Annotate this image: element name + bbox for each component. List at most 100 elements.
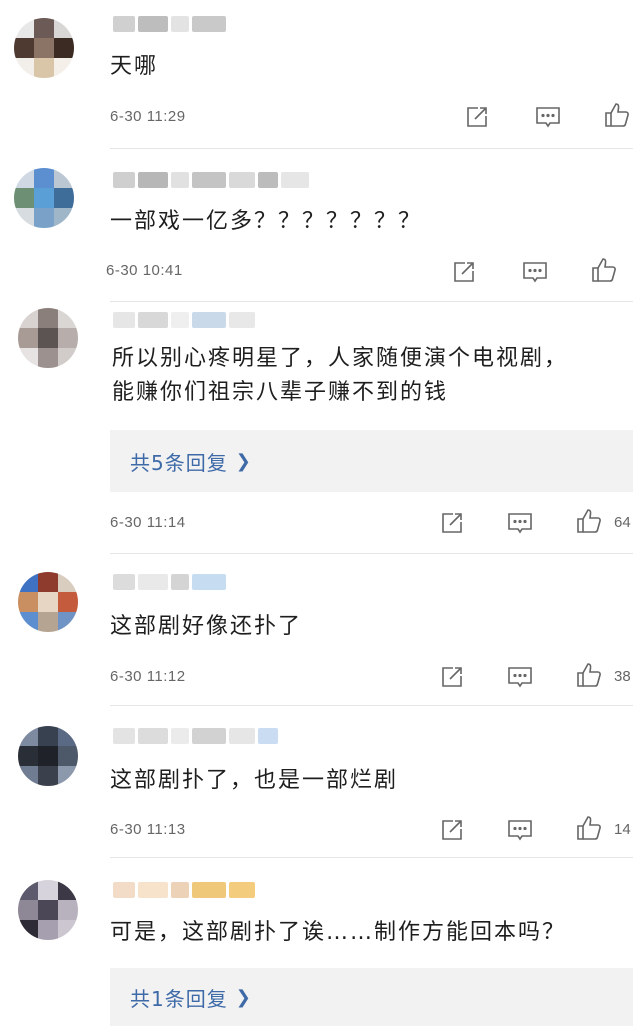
avatar-pixel <box>38 612 58 632</box>
comment-line: 一部戏一亿多？？？？？？？ <box>110 209 423 234</box>
comment-line: 这部剧扑了，也是一部烂剧 <box>110 768 399 793</box>
avatar-pixel <box>34 168 54 188</box>
username-blur-block <box>171 574 189 590</box>
username-blur-block <box>192 728 226 744</box>
comment-item: 天哪 6-30 11:29 <box>0 0 633 150</box>
comment-time: 6-30 11:14 <box>110 514 186 531</box>
share-icon[interactable] <box>438 663 466 691</box>
username-blurred[interactable] <box>113 572 226 592</box>
username-blur-block <box>171 172 189 188</box>
username-blur-block <box>192 574 226 590</box>
like-icon[interactable] <box>590 256 618 284</box>
comment-icon[interactable] <box>506 509 534 537</box>
username-blur-block <box>138 574 168 590</box>
avatar-pixel <box>34 58 54 78</box>
replies-label: 共1条回复 <box>130 986 228 1011</box>
username-blur-block <box>138 172 168 188</box>
username-blur-block <box>229 172 255 188</box>
avatar-pixel <box>18 920 38 940</box>
username-blurred[interactable] <box>113 880 255 900</box>
username-blur-block <box>192 16 226 32</box>
avatar-pixel <box>58 348 78 368</box>
comment-icon[interactable] <box>506 663 534 691</box>
comment-line: 可是，这部剧扑了诶……制作方能回本吗？ <box>110 920 567 945</box>
avatar-pixel <box>54 208 74 228</box>
comment-icon[interactable] <box>521 258 549 286</box>
comment-line: 能赚你们祖宗八辈子赚不到的钱 <box>112 380 449 405</box>
avatar-pixel <box>38 900 58 920</box>
share-icon[interactable] <box>438 816 466 844</box>
username-blur-block <box>113 16 135 32</box>
avatar-pixel <box>18 726 38 746</box>
share-icon[interactable] <box>463 103 491 131</box>
share-icon[interactable] <box>438 509 466 537</box>
username-blurred[interactable] <box>113 170 309 190</box>
avatar-pixel <box>58 900 78 920</box>
like-icon[interactable] <box>575 814 603 842</box>
username-blurred[interactable] <box>113 726 278 746</box>
avatar[interactable] <box>18 308 78 368</box>
avatar-pixel <box>58 308 78 328</box>
avatar[interactable] <box>14 168 74 228</box>
comment-time: 6-30 11:13 <box>110 821 186 838</box>
avatar-pixel <box>14 188 34 208</box>
avatar-pixel <box>34 38 54 58</box>
avatar-pixel <box>58 592 78 612</box>
avatar-pixel <box>38 746 58 766</box>
like-icon[interactable] <box>575 661 603 689</box>
avatar-pixel <box>58 726 78 746</box>
avatar-pixel <box>18 348 38 368</box>
username-blur-block <box>171 16 189 32</box>
chevron-right-icon: ❯ <box>235 450 252 472</box>
avatar-pixel <box>18 612 38 632</box>
avatar-pixel <box>58 880 78 900</box>
avatar-pixel <box>38 328 58 348</box>
share-icon[interactable] <box>450 258 478 286</box>
avatar[interactable] <box>18 880 78 940</box>
avatar-pixel <box>54 58 74 78</box>
username-blur-block <box>192 172 226 188</box>
comment-icon[interactable] <box>506 816 534 844</box>
comment-line: 所以别心疼明星了，人家随便演个电视剧， <box>112 346 569 371</box>
avatar-pixel <box>14 58 34 78</box>
divider <box>110 148 633 149</box>
like-icon[interactable] <box>603 101 631 129</box>
avatar-pixel <box>38 726 58 746</box>
view-replies-button[interactable]: 共5条回复 ❯ <box>110 430 633 492</box>
username-blur-block <box>258 728 278 744</box>
username-blur-block <box>138 312 168 328</box>
avatar[interactable] <box>18 726 78 786</box>
username-blur-block <box>229 728 255 744</box>
avatar-pixel <box>14 18 34 38</box>
username-blur-block <box>113 172 135 188</box>
username-blurred[interactable] <box>113 14 226 34</box>
comment-item: 可是，这部剧扑了诶……制作方能回本吗？ 共1条回复 ❯ <box>0 858 633 1032</box>
username-blur-block <box>113 728 135 744</box>
username-blur-block <box>113 312 135 328</box>
avatar-pixel <box>38 572 58 592</box>
comment-icon[interactable] <box>534 103 562 131</box>
avatar-pixel <box>38 920 58 940</box>
avatar-pixel <box>18 766 38 786</box>
avatar-pixel <box>14 38 34 58</box>
like-icon[interactable] <box>575 507 603 535</box>
username-blur-block <box>138 728 168 744</box>
avatar-pixel <box>54 38 74 58</box>
avatar-pixel <box>54 188 74 208</box>
avatar-pixel <box>58 572 78 592</box>
comment-text: 一部戏一亿多？？？？？？？ <box>110 205 422 239</box>
avatar-pixel <box>38 348 58 368</box>
username-blur-block <box>281 172 309 188</box>
username-blurred[interactable] <box>113 310 255 330</box>
avatar-pixel <box>38 592 58 612</box>
avatar-pixel <box>58 612 78 632</box>
avatar[interactable] <box>14 18 74 78</box>
comment-item: 这部剧好像还扑了 6-30 11:12 38 <box>0 554 633 706</box>
comment-line: 天哪 <box>110 54 159 79</box>
comment-text: 这部剧扑了，也是一部烂剧 <box>110 764 398 798</box>
avatar[interactable] <box>18 572 78 632</box>
avatar-pixel <box>54 18 74 38</box>
view-replies-button[interactable]: 共1条回复 ❯ <box>110 968 633 1026</box>
comment-item: 所以别心疼明星了，人家随便演个电视剧， 能赚你们祖宗八辈子赚不到的钱 共5条回复… <box>0 302 633 554</box>
username-blur-block <box>258 172 278 188</box>
